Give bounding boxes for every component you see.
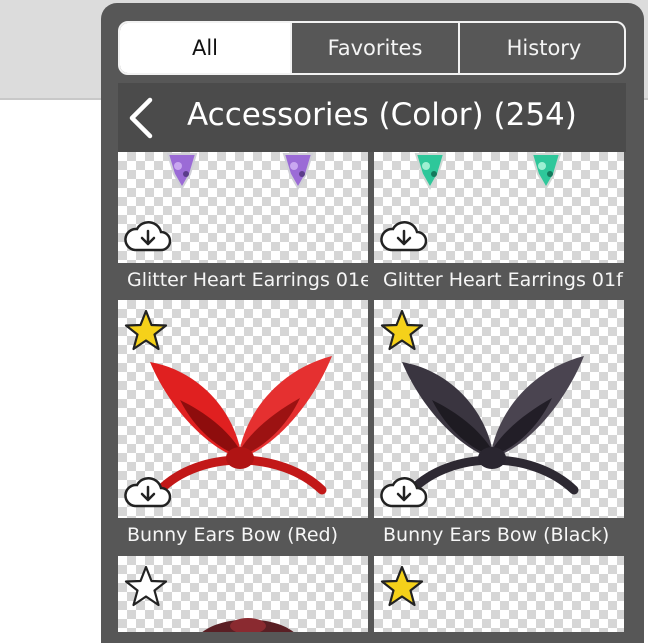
tab-all[interactable]: All: [120, 23, 290, 73]
item-name: Bunny Ears Bow (Red): [118, 518, 368, 552]
item-thumbnail[interactable]: [118, 300, 368, 518]
category-header: Accessories (Color) (254): [118, 83, 626, 152]
cloud-download-icon[interactable]: [121, 474, 173, 510]
back-icon[interactable]: [124, 97, 158, 139]
accessory-picker-panel: All Favorites History Accessories (Color…: [101, 3, 644, 643]
star-icon[interactable]: [123, 308, 169, 354]
item-name: Glitter Heart Earrings 01f: [374, 263, 624, 297]
tab-history[interactable]: History: [458, 23, 624, 73]
heart-earrings-image: [414, 153, 562, 191]
item-name: Glitter Heart Earrings 01e: [118, 263, 368, 297]
cloud-download-icon[interactable]: [377, 218, 429, 254]
cloud-download-icon[interactable]: [121, 218, 173, 254]
heart-earrings-image: [166, 153, 314, 191]
star-icon[interactable]: [379, 564, 425, 610]
category-title: Accessories (Color) (254): [187, 97, 577, 133]
star-outline-icon[interactable]: [123, 564, 169, 610]
tab-bar: All Favorites History: [118, 21, 626, 75]
cloud-download-icon[interactable]: [377, 474, 429, 510]
item-thumbnail[interactable]: [374, 152, 624, 263]
star-icon[interactable]: [379, 308, 425, 354]
item-grid: Glitter Heart Earrings 01e Glitter Heart: [118, 152, 626, 632]
accessory-image-partial: [202, 618, 294, 632]
item-thumbnail[interactable]: [374, 556, 624, 632]
tab-favorites[interactable]: Favorites: [290, 23, 458, 73]
item-thumbnail[interactable]: [118, 556, 368, 632]
item-name: Bunny Ears Bow (Black): [374, 518, 624, 552]
item-thumbnail[interactable]: [374, 300, 624, 518]
item-thumbnail[interactable]: [118, 152, 368, 263]
